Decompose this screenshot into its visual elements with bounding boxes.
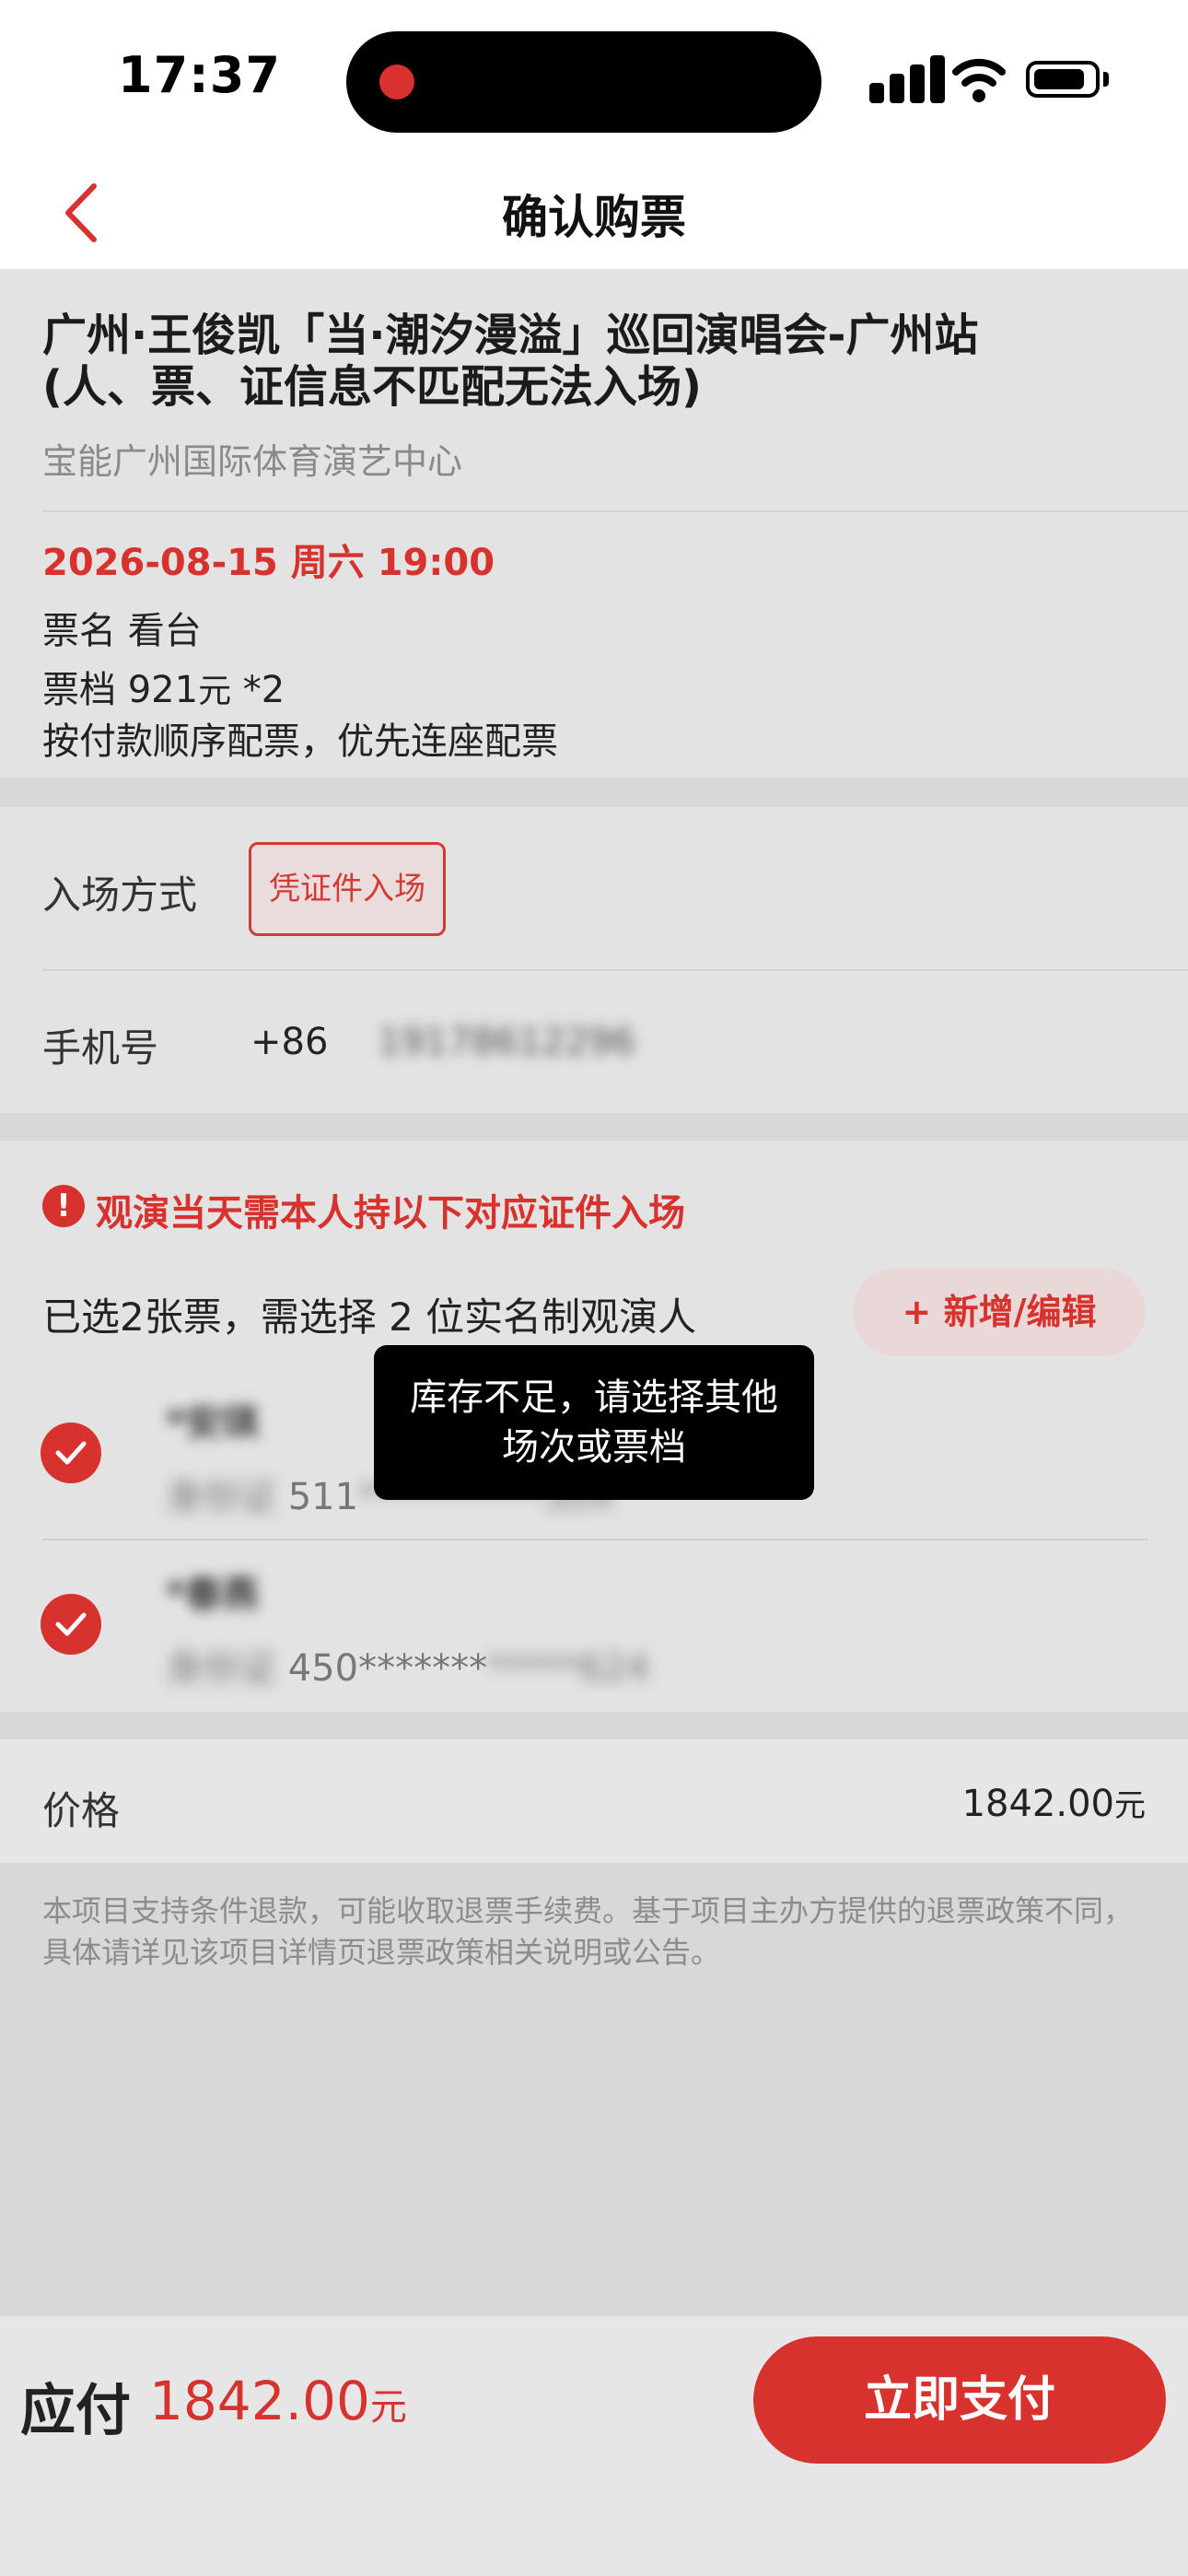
price-label: 价格 bbox=[42, 1788, 121, 1833]
warning-icon: ! bbox=[42, 1185, 85, 1227]
attendee-name: *春燕 bbox=[166, 1574, 259, 1616]
amount-due-value: 1842.00元 bbox=[149, 2370, 407, 2432]
show-title-line1: 广州·王俊凯「当·潮汐漫溢」巡回演唱会-广州站 bbox=[42, 310, 979, 361]
attendee-row[interactable]: *春燕 身份证 450************624 bbox=[0, 1550, 1188, 1706]
id-warning-text: 观演当天需本人持以下对应证件入场 bbox=[96, 1192, 685, 1235]
show-info-card: 广州·王俊凯「当·潮汐漫溢」巡回演唱会-广州站 (人、票、证信息不匹配无法入场)… bbox=[0, 269, 1188, 778]
add-edit-attendee-button[interactable]: + 新增/编辑 bbox=[853, 1268, 1146, 1356]
nav-bar: 确认购票 bbox=[0, 147, 1188, 269]
toast-line2: 场次或票档 bbox=[502, 1426, 686, 1469]
amount-due-label: 应付 bbox=[20, 2379, 131, 2443]
entry-card: 入场方式 凭证件入场 手机号 +86 19178612296 bbox=[0, 807, 1188, 1113]
show-title: 广州·王俊凯「当·潮汐漫溢」巡回演唱会-广州站 (人、票、证信息不匹配无法入场) bbox=[42, 310, 1129, 413]
price-value: 1842.00元 bbox=[961, 1783, 1146, 1825]
attendee-name: *安琪 bbox=[166, 1402, 259, 1445]
toast-line1: 库存不足，请选择其他 bbox=[410, 1376, 778, 1419]
divider bbox=[42, 1539, 1147, 1540]
status-time: 17:37 bbox=[118, 46, 281, 104]
phone-number: 19178612296 bbox=[378, 1021, 635, 1063]
page-title: 确认购票 bbox=[502, 191, 686, 244]
ticket-price: 票档 921元 *2 bbox=[42, 669, 285, 711]
phone-country-code: +86 bbox=[250, 1021, 329, 1063]
out-of-stock-toast: 库存不足，请选择其他 场次或票档 bbox=[374, 1345, 814, 1500]
checkmark-icon[interactable] bbox=[41, 1423, 101, 1483]
phone-label: 手机号 bbox=[42, 1025, 159, 1071]
divider bbox=[42, 969, 1188, 971]
payment-bar: 应付 1842.00元 立即支付 bbox=[0, 2316, 1188, 2576]
divider bbox=[42, 510, 1188, 512]
selection-summary: 已选2张票，需选择 2 位实名制观演人 bbox=[42, 1294, 697, 1340]
attendee-id: 身份证 450************624 bbox=[166, 1647, 650, 1690]
pay-now-button[interactable]: 立即支付 bbox=[753, 2336, 1166, 2464]
status-bar: 17:37 bbox=[0, 0, 1188, 147]
entry-method-label: 入场方式 bbox=[42, 872, 198, 918]
ticket-name: 票名 看台 bbox=[42, 610, 202, 652]
show-title-line2: (人、票、证信息不匹配无法入场) bbox=[42, 361, 702, 413]
venue: 宝能广州国际体育演艺中心 bbox=[42, 441, 463, 482]
battery-tip bbox=[1103, 72, 1109, 87]
checkmark-icon[interactable] bbox=[41, 1594, 101, 1655]
refund-policy-note: 本项目支持条件退款，可能收取退票手续费。基于项目主办方提供的退票政策不同，具体请… bbox=[42, 1893, 1134, 1970]
entry-method-chip[interactable]: 凭证件入场 bbox=[249, 842, 446, 936]
wifi-icon bbox=[952, 58, 1006, 102]
recording-indicator-icon bbox=[379, 64, 414, 100]
battery-icon bbox=[1026, 61, 1100, 98]
seat-allocation-note: 按付款顺序配票，优先连座配票 bbox=[42, 720, 558, 763]
show-datetime: 2026-08-15 周六 19:00 bbox=[42, 542, 495, 584]
price-row: 价格 1842.00元 bbox=[0, 1739, 1188, 1863]
dynamic-island bbox=[346, 31, 821, 133]
